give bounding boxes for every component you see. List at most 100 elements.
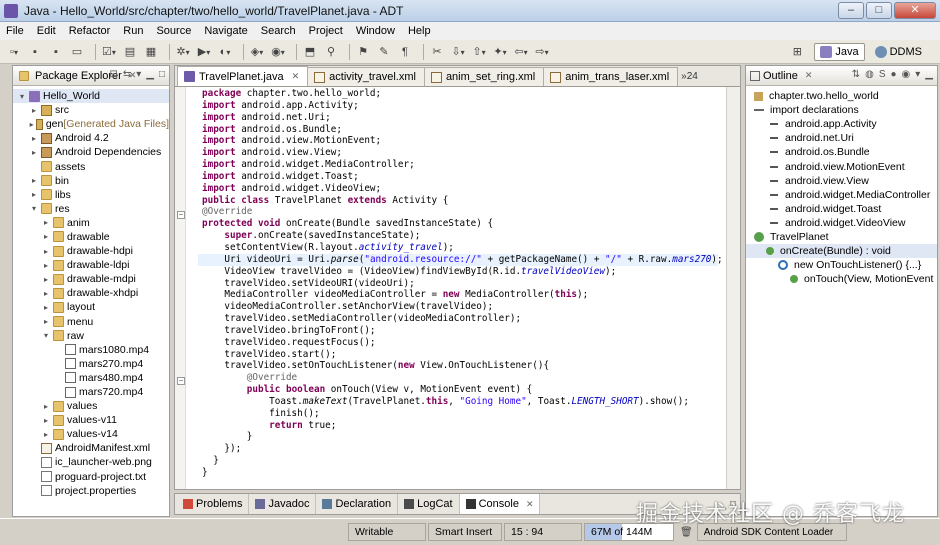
tree-item[interactable]: ▸ menu xyxy=(13,315,169,329)
checkbox-tool-icon[interactable]: ☑ xyxy=(101,44,117,60)
menu-source[interactable]: Source xyxy=(156,25,191,37)
menu-project[interactable]: Project xyxy=(309,25,343,37)
outline-item[interactable]: android.widget.Toast xyxy=(746,202,937,216)
pin-icon[interactable]: ✂ xyxy=(429,44,445,60)
collapsed-icon[interactable]: ▸ xyxy=(41,317,51,326)
tree-item[interactable]: ▸ layout xyxy=(13,300,169,314)
hide-local-types-icon[interactable]: ◉ xyxy=(902,69,911,80)
tree-item[interactable]: mars270.mp4 xyxy=(13,357,169,371)
tree-item[interactable]: ▾ raw xyxy=(13,329,169,343)
collapsed-icon[interactable]: ▸ xyxy=(29,120,34,129)
tree-item[interactable]: ▸ values-v14 xyxy=(13,427,169,441)
expanded-icon[interactable]: ▾ xyxy=(29,204,39,213)
tab-declaration[interactable]: Declaration xyxy=(316,494,399,514)
minimize-view-icon[interactable]: ▁ xyxy=(925,69,933,80)
save-all-icon[interactable]: ▪ xyxy=(48,44,64,60)
outline-item[interactable]: onTouch(View, MotionEvent xyxy=(746,272,937,286)
code-area[interactable]: − − package chapter.two.hello_world; impo… xyxy=(175,87,727,489)
menu-navigate[interactable]: Navigate xyxy=(204,25,247,37)
annotation-icon[interactable]: ⚑ xyxy=(355,44,371,60)
tree-item[interactable]: ▸ drawable-mdpi xyxy=(13,272,169,286)
close-icon[interactable]: ✕ xyxy=(805,70,813,81)
tree-item[interactable]: ▸ values-v11 xyxy=(13,413,169,427)
tree-item[interactable]: ic_launcher-web.png xyxy=(13,455,169,469)
avd-manager-icon[interactable]: ▦ xyxy=(143,44,159,60)
hide-static-icon[interactable]: S xyxy=(879,69,886,80)
tree-item[interactable]: ▸ Android Dependencies xyxy=(13,145,169,159)
tree-item[interactable]: ▸ gen [Generated Java Files] xyxy=(13,117,169,131)
hide-fields-icon[interactable]: ◍ xyxy=(865,69,874,80)
tree-item[interactable]: proguard-project.txt xyxy=(13,470,169,484)
outline-item[interactable]: TravelPlanet xyxy=(746,230,937,244)
tree-item[interactable]: ▸ drawable-hdpi xyxy=(13,244,169,258)
menu-edit[interactable]: Edit xyxy=(37,25,56,37)
tree-item[interactable]: ▸ bin xyxy=(13,174,169,188)
forward-icon[interactable]: ⇨ xyxy=(534,44,550,60)
collapsed-icon[interactable]: ▸ xyxy=(41,275,51,284)
fold-toggle-icon[interactable]: − xyxy=(177,377,185,385)
tab-javadoc[interactable]: Javadoc xyxy=(249,494,317,514)
open-type-icon[interactable]: ⬒ xyxy=(302,44,318,60)
back-icon[interactable]: ⇦ xyxy=(513,44,529,60)
next-annotation-icon[interactable]: ⇩ xyxy=(450,44,466,60)
collapsed-icon[interactable]: ▸ xyxy=(41,430,51,439)
toggle-mark-occurrences-icon[interactable]: ✎ xyxy=(376,44,392,60)
android-sdk-manager-icon[interactable]: ▤ xyxy=(122,44,138,60)
collapsed-icon[interactable]: ▸ xyxy=(29,190,39,199)
link-with-editor-icon[interactable]: ⇆ xyxy=(123,69,131,80)
tree-item[interactable]: ▸ Android 4.2 xyxy=(13,131,169,145)
run-icon[interactable]: ▶ xyxy=(196,44,212,60)
menu-search[interactable]: Search xyxy=(261,25,296,37)
collapsed-icon[interactable]: ▸ xyxy=(41,247,51,256)
close-icon[interactable]: ✕ xyxy=(292,71,300,82)
tree-item[interactable]: ▸ drawable xyxy=(13,230,169,244)
minimize-view-icon[interactable]: ▁ xyxy=(146,69,154,80)
java-perspective-button[interactable]: Java xyxy=(814,43,865,61)
tree-item[interactable]: project.properties xyxy=(13,484,169,498)
outline-item[interactable]: android.view.View xyxy=(746,174,937,188)
editor-tab[interactable]: anim_trans_laser.xml xyxy=(543,67,679,86)
outline-item[interactable]: onCreate(Bundle) : void xyxy=(746,244,937,259)
collapsed-icon[interactable]: ▸ xyxy=(29,134,39,143)
new-class-icon[interactable]: ◉ xyxy=(270,44,286,60)
tab-problems[interactable]: Problems xyxy=(177,494,250,514)
close-window-button[interactable]: ✕ xyxy=(894,2,936,19)
collapsed-icon[interactable]: ▸ xyxy=(41,289,51,298)
outline-item[interactable]: chapter.two.hello_world xyxy=(746,89,937,103)
close-icon[interactable]: ✕ xyxy=(526,499,534,510)
expanded-icon[interactable]: ▾ xyxy=(17,92,27,101)
last-edit-icon[interactable]: ✦ xyxy=(492,44,508,60)
tree-item[interactable]: mars720.mp4 xyxy=(13,385,169,399)
tree-item[interactable]: ▸ anim xyxy=(13,216,169,230)
hide-nonpublic-icon[interactable]: ● xyxy=(890,69,896,80)
collapsed-icon[interactable]: ▸ xyxy=(41,261,51,270)
maximize-view-icon[interactable]: □ xyxy=(159,69,165,80)
collapsed-icon[interactable]: ▸ xyxy=(41,402,51,411)
collapsed-icon[interactable]: ▸ xyxy=(29,148,39,157)
view-menu-icon[interactable]: ▾ xyxy=(915,69,920,80)
view-menu-icon[interactable]: ▾ xyxy=(136,69,141,80)
outline-item[interactable]: android.widget.VideoView xyxy=(746,216,937,230)
outline-item[interactable]: android.os.Bundle xyxy=(746,145,937,159)
collapsed-icon[interactable]: ▸ xyxy=(41,232,51,241)
print-icon[interactable]: ▭ xyxy=(69,44,85,60)
menu-file[interactable]: File xyxy=(6,25,24,37)
menu-window[interactable]: Window xyxy=(356,25,395,37)
tree-item[interactable]: ▾ res xyxy=(13,202,169,216)
tree-item[interactable]: ▸ drawable-xhdpi xyxy=(13,286,169,300)
collapsed-icon[interactable]: ▸ xyxy=(29,176,39,185)
outline-item[interactable]: android.app.Activity xyxy=(746,117,937,131)
menu-refactor[interactable]: Refactor xyxy=(69,25,111,37)
open-perspective-icon[interactable]: ⊞ xyxy=(789,44,805,60)
tree-item[interactable]: AndroidManifest.xml xyxy=(13,441,169,455)
collapsed-icon[interactable]: ▸ xyxy=(41,303,51,312)
sort-icon[interactable]: ⇅ xyxy=(852,69,860,80)
tree-item[interactable]: ▸ values xyxy=(13,399,169,413)
outline-item[interactable]: new OnTouchListener() {...} xyxy=(746,258,937,272)
external-tools-icon[interactable]: ◐ xyxy=(217,44,233,60)
show-whitespace-icon[interactable]: ¶ xyxy=(397,44,413,60)
trash-icon[interactable]: 🗑 xyxy=(680,527,693,538)
collapsed-icon[interactable]: ▸ xyxy=(41,218,51,227)
ddms-perspective-button[interactable]: DDMS xyxy=(869,43,928,61)
minimize-button[interactable]: – xyxy=(838,2,864,19)
